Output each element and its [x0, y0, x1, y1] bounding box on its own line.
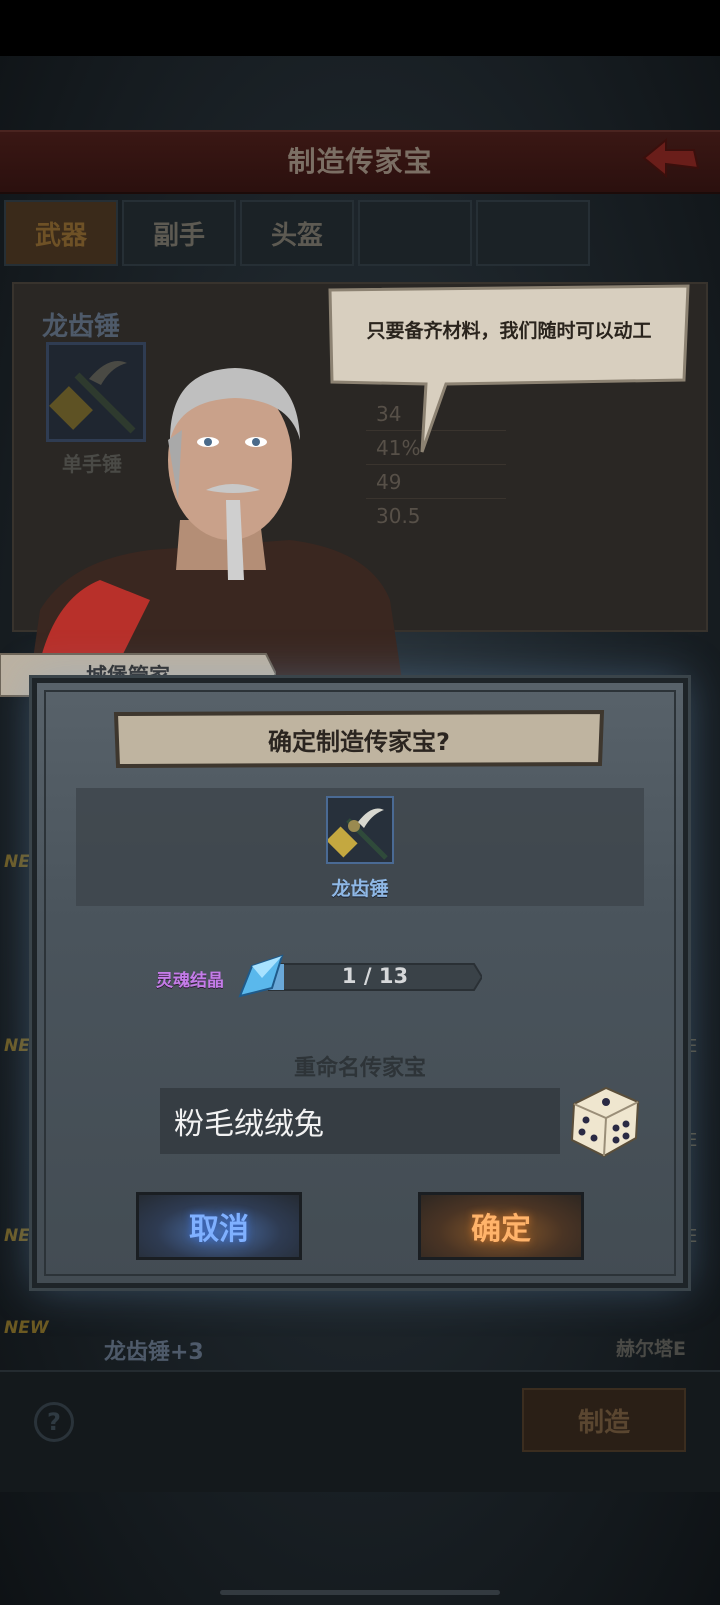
- home-indicator[interactable]: [220, 1590, 500, 1595]
- weapon-name: 龙齿锤: [42, 312, 121, 342]
- rename-label: 重命名传家宝: [293, 1056, 426, 1081]
- tab-weapon[interactable]: 武器: [4, 200, 118, 266]
- speech-bubble: [328, 284, 690, 453]
- status-bar: [0, 0, 720, 56]
- item-slot[interactable]: [326, 796, 394, 864]
- cancel-button[interactable]: 取消: [136, 1192, 302, 1260]
- speech-text: 只要备齐材料，我们随时可以动工: [366, 320, 652, 342]
- tab-helmet[interactable]: 头盔: [240, 200, 354, 266]
- list-item-name: 龙齿锤+3: [104, 1340, 204, 1365]
- list-item-owner: 赫尔塔E: [616, 1338, 686, 1360]
- tab-5[interactable]: [476, 200, 590, 266]
- material-label: 灵魂结晶: [156, 971, 224, 991]
- tab-offhand[interactable]: 副手: [122, 200, 236, 266]
- heirloom-name-input[interactable]: [160, 1088, 560, 1154]
- hammer-icon: [326, 808, 388, 860]
- dice-icon[interactable]: [566, 1080, 642, 1160]
- dialog-title: 确定制造传家宝?: [268, 728, 450, 756]
- category-tabs: 武器 副手 头盔: [4, 200, 590, 266]
- tab-4[interactable]: [358, 200, 472, 266]
- material-progress-text: 1 / 13: [341, 964, 409, 988]
- confirm-button[interactable]: 确定: [418, 1192, 584, 1260]
- make-button[interactable]: 制造: [522, 1388, 686, 1452]
- item-name: 龙齿锤: [331, 878, 389, 900]
- back-arrow-icon[interactable]: [640, 134, 700, 184]
- help-button[interactable]: ?: [34, 1402, 74, 1442]
- page-title: 制造传家宝: [287, 145, 433, 178]
- new-tag: NEW: [4, 1318, 49, 1338]
